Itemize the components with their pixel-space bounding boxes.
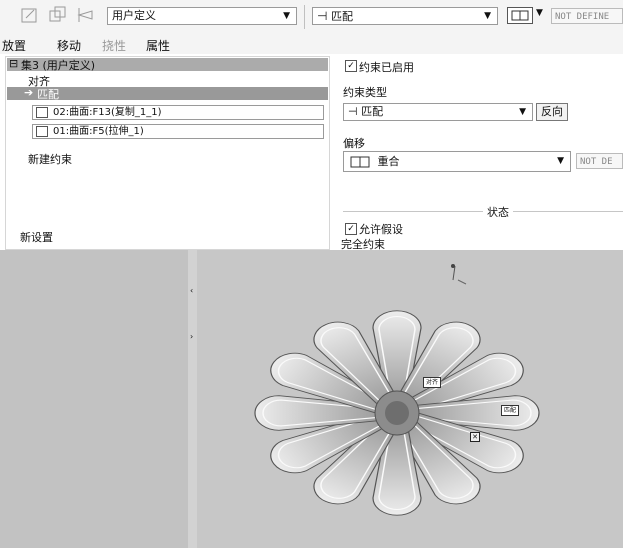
offset-select[interactable]: 重合 ▼: [343, 151, 571, 172]
constraint-marker-icon[interactable]: ✕: [470, 432, 480, 442]
tab-bar: 放置 移动 挠性 属性: [0, 34, 623, 54]
reference-2[interactable]: 01:曲面:F5(拉伸_1): [32, 124, 324, 139]
constraint-type-value: 匹配: [330, 10, 353, 23]
constraint-type-dropdown[interactable]: ⊣ 匹配 ▼: [312, 7, 498, 25]
offset-label: 偏移: [343, 137, 365, 150]
offset-value-field[interactable]: NOT DEFINE: [551, 8, 623, 24]
chevron-down-icon: ▼: [484, 11, 491, 21]
panel-splitter[interactable]: ‹ ›: [188, 250, 197, 548]
tab-move[interactable]: 移动: [57, 37, 81, 54]
constraint-properties-panel: ✓ 约束已启用 约束类型 ⊣ 匹配 ▼ 反向 偏移 重合 ▼ NOT DE 状态…: [333, 56, 623, 251]
match-constraint-label: 匹配: [37, 88, 59, 101]
chevron-down-icon: ▼: [557, 156, 564, 166]
match-icon: ⊣: [348, 105, 358, 118]
offset-display-icon[interactable]: [507, 7, 533, 24]
chevron-down-icon: ▼: [283, 11, 290, 21]
match-constraint-row[interactable]: ➔ 匹配: [7, 86, 328, 101]
allow-assumptions-checkbox[interactable]: ✓: [345, 223, 357, 235]
status-heading: 状态: [483, 204, 513, 220]
tab-placement[interactable]: 放置: [2, 37, 26, 54]
constraint-type-label: 约束类型: [343, 86, 387, 99]
model-tree-area: [0, 250, 188, 548]
match-icon: ⊣: [317, 9, 328, 23]
tab-properties[interactable]: 属性: [146, 37, 170, 54]
allow-assumptions-label: 允许假设: [359, 223, 403, 236]
offset-select-value: 重合: [377, 155, 400, 168]
collapse-left-icon[interactable]: ‹: [190, 286, 193, 295]
dashboard-toolbar: 用户定义 ▼ ⊣ 匹配 ▼ ▼ NOT DEFINE: [0, 0, 623, 34]
constraint-type-select[interactable]: ⊣ 匹配 ▼: [343, 103, 533, 121]
expand-right-icon[interactable]: ›: [190, 332, 193, 341]
tab-flexibility: 挠性: [102, 39, 127, 53]
set-row[interactable]: ⊟ 集3 (用户定义): [7, 57, 328, 72]
pin-icon[interactable]: [76, 5, 96, 25]
new-set-item[interactable]: 新设置: [20, 229, 53, 245]
coincident-icon: [350, 156, 370, 168]
placement-icon[interactable]: [20, 5, 40, 25]
reference-2-label: 01:曲面:F5(拉伸_1): [53, 126, 144, 137]
set-label: 集3 (用户定义): [21, 59, 96, 72]
align-tag[interactable]: 对齐: [423, 377, 442, 388]
new-constraint-item[interactable]: 新建约束: [28, 151, 72, 167]
set-type-dropdown[interactable]: 用户定义 ▼: [107, 7, 297, 25]
reference-1[interactable]: 02:曲面:F13(复制_1_1): [32, 105, 324, 120]
collapse-icon[interactable]: ⊟: [9, 57, 18, 70]
reference-1-label: 02:曲面:F13(复制_1_1): [53, 107, 162, 118]
surface-icon: [36, 107, 48, 118]
surface-icon: [36, 126, 48, 137]
toolbar-divider: [304, 5, 305, 29]
constraint-enabled-checkbox[interactable]: ✓: [345, 60, 357, 72]
constraint-tree-panel: ⊟ 集3 (用户定义) 对齐 ➔ 匹配 02:曲面:F13(复制_1_1) 01…: [5, 56, 330, 250]
arrow-right-icon: ➔: [24, 86, 34, 99]
flip-button[interactable]: 反向: [536, 103, 568, 121]
chevron-down-icon[interactable]: ▼: [536, 8, 543, 18]
copy-icon[interactable]: [48, 5, 68, 25]
constraint-enabled-label: 约束已启用: [359, 61, 414, 74]
set-type-value: 用户定义: [112, 9, 156, 22]
match-tag[interactable]: 匹配: [501, 405, 520, 416]
offset-distance-field[interactable]: NOT DE: [576, 153, 623, 169]
constraint-type-select-value: 匹配: [361, 105, 384, 118]
chevron-down-icon: ▼: [519, 107, 526, 117]
